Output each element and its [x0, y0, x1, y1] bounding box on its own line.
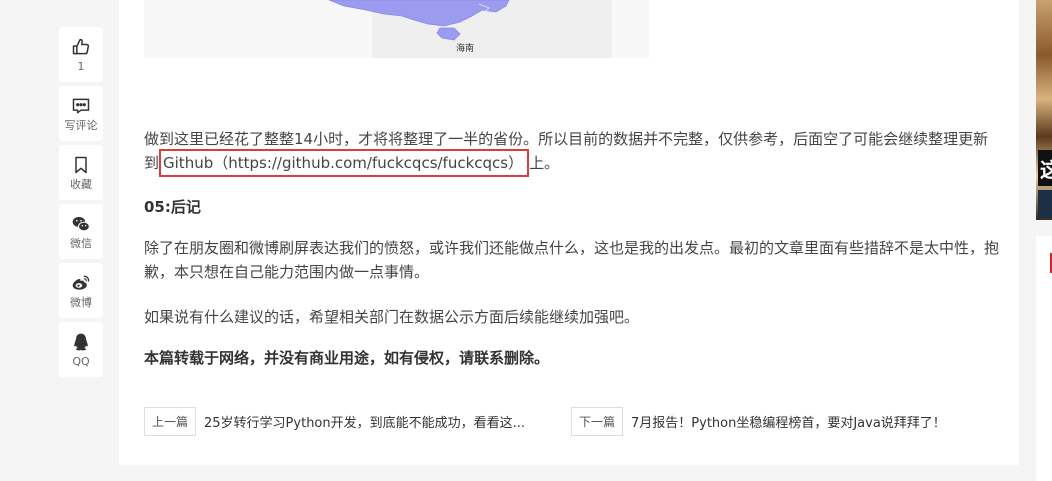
sidebar-ad-footer — [1038, 190, 1052, 218]
sidebar-ad-image[interactable] — [1036, 0, 1052, 220]
article-paragraph-suggestion: 如果说有什么建议的话，希望相关部门在数据公示方面后续能继续加强吧。 — [144, 308, 640, 326]
bookmark-label: 收藏 — [70, 177, 92, 191]
map-shape — [144, 0, 649, 58]
thumbs-up-icon — [71, 37, 91, 57]
next-article-nav: 下一篇 7月报告！Python坐稳编程榜首，要对Java说拜拜了！ — [571, 407, 946, 436]
weibo-icon — [71, 273, 91, 293]
wechat-icon — [71, 214, 91, 234]
province-map-image: 海南 — [144, 0, 649, 58]
next-article-tag[interactable]: 下一篇 — [571, 407, 624, 436]
article-card: 海南 做到这里已经花了整整14小时，才将将整理了一半的省份。所以目前的数据并不完… — [119, 0, 1019, 465]
like-count: 1 — [77, 59, 85, 73]
next-article-link[interactable]: 7月报告！Python坐稳编程榜首，要对Java说拜拜了！ — [631, 412, 946, 431]
prev-article-nav: 上一篇 25岁转行学习Python开发，到底能不能成功，看看这... — [144, 407, 525, 436]
qq-label: QQ — [72, 354, 90, 368]
comment-button[interactable]: 写评论 — [59, 86, 103, 141]
article-paragraph-purpose: 除了在朋友圈和微博刷屏表达我们的愤怒，或许我们还能做点什么，这也是我的出发点。最… — [144, 239, 1000, 281]
share-rail: 1 写评论 收藏 微信 微博 QQ — [59, 27, 103, 381]
article-disclaimer: 本篇转载于网络，并没有商业用途，如有侵权，请联系删除。 — [144, 349, 550, 367]
map-province-label: 海南 — [456, 44, 475, 54]
weibo-label: 微博 — [70, 295, 92, 309]
paragraph-text-end: 上。 — [529, 154, 560, 172]
qq-icon — [71, 332, 91, 352]
qq-share-button[interactable]: QQ — [59, 322, 103, 377]
wechat-share-button[interactable]: 微信 — [59, 204, 103, 259]
comment-icon — [71, 96, 91, 116]
comment-label: 写评论 — [64, 118, 98, 132]
weibo-share-button[interactable]: 微博 — [59, 263, 103, 318]
like-button[interactable]: 1 — [59, 27, 103, 82]
sidebar-ad-text: 这 — [1040, 158, 1052, 182]
wechat-label: 微信 — [70, 236, 92, 250]
prev-article-tag[interactable]: 上一篇 — [144, 407, 197, 436]
bookmark-button[interactable]: 收藏 — [59, 145, 103, 200]
github-link[interactable]: Github（https://github.com/fuckcqcs/fuckc… — [159, 149, 530, 177]
article-paragraph-data-status: 做到这里已经花了整整14小时，才将将整理了一半的省份。所以目前的数据并不完整，仅… — [144, 127, 999, 177]
prev-article-link[interactable]: 25岁转行学习Python开发，到底能不能成功，看看这... — [204, 412, 525, 431]
bookmark-icon — [71, 155, 91, 175]
section-heading: 05:后记 — [144, 198, 201, 216]
